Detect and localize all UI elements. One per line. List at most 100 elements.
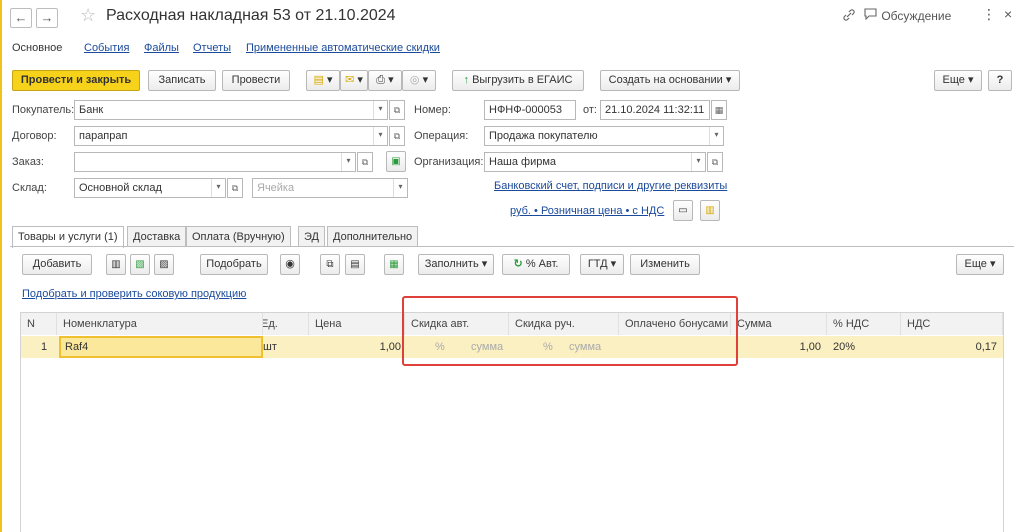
tab-events[interactable]: События	[84, 42, 129, 54]
tab-goods[interactable]: Товары и услуги (1)	[12, 226, 124, 248]
upload-egais-button[interactable]: ↑ Выгрузить в ЕГАИС	[452, 70, 584, 91]
email-button[interactable]: ✉ ▾	[340, 70, 368, 91]
barcode-icon[interactable]: ▥	[106, 254, 126, 275]
open-order-icon[interactable]: ⧉	[357, 152, 373, 172]
col-header-n[interactable]: N	[21, 313, 57, 335]
tab-reports[interactable]: Отчеты	[193, 42, 231, 54]
data-collection-icon[interactable]: ▨	[154, 254, 174, 275]
tab-delivery[interactable]: Доставка	[127, 226, 187, 247]
organization-field[interactable]: Наша фирма ▾	[484, 152, 706, 172]
more-actions-icon[interactable]: ⋮	[982, 6, 996, 23]
order-label: Заказ:	[12, 156, 44, 168]
number-field[interactable]: НФНФ-000053	[484, 100, 576, 120]
order-field[interactable]: ▾	[74, 152, 356, 172]
change-button[interactable]: Изменить	[630, 254, 700, 275]
juice-products-link[interactable]: Подобрать и проверить соковую продукцию	[22, 288, 246, 300]
arrow-up-icon: ↑	[463, 74, 470, 86]
cell-vat-rate[interactable]: 20%	[833, 336, 893, 358]
create-based-on-button[interactable]: Создать на основании ▾	[600, 70, 740, 91]
tab-additional[interactable]: Дополнительно	[327, 226, 419, 247]
status-button[interactable]: ◎ ▾	[402, 70, 436, 91]
gtd-button[interactable]: ГТД ▾	[580, 254, 624, 275]
chevron-down-icon[interactable]: ▾	[393, 179, 407, 197]
col-header-vat[interactable]: НДС	[901, 313, 1003, 335]
upload-egais-label: Выгрузить в ЕГАИС	[472, 74, 573, 86]
buyer-value: Банк	[79, 104, 104, 116]
open-warehouse-icon[interactable]: ⧉	[227, 178, 243, 198]
warehouse-field[interactable]: Основной склад ▾	[74, 178, 226, 198]
help-button[interactable]: ?	[988, 70, 1012, 91]
auto-discount-button[interactable]: ↻ % Авт.	[502, 254, 570, 275]
print-forms-button[interactable]: ▤ ▾	[306, 70, 340, 91]
chevron-down-icon[interactable]: ▾	[373, 127, 387, 145]
cell-item[interactable]: Raf4	[59, 336, 263, 358]
chevron-down-icon[interactable]: ▾	[373, 101, 387, 119]
print-button[interactable]: ⎙ ▾	[368, 70, 402, 91]
open-buyer-icon[interactable]: ⧉	[389, 100, 405, 120]
cell-placeholder: Ячейка	[257, 182, 295, 194]
operation-field[interactable]: Продажа покупателю ▾	[484, 126, 724, 146]
col-header-item[interactable]: Номенклатура	[57, 313, 263, 335]
post-button[interactable]: Провести	[222, 70, 290, 91]
add-row-button[interactable]: Добавить	[22, 254, 92, 275]
gtd-label: ГТД	[587, 258, 608, 270]
chevron-down-icon[interactable]: ▾	[211, 179, 225, 197]
col-header-vat-rate[interactable]: % НДС	[827, 313, 901, 335]
chevron-down-icon[interactable]: ▾	[341, 153, 355, 171]
printer-icon: ⎙	[376, 74, 386, 86]
calendar-icon[interactable]: ▦	[711, 100, 727, 120]
date-from-label: от:	[583, 104, 597, 116]
paste-icon[interactable]: ▤	[345, 254, 365, 275]
fill-button[interactable]: Заполнить ▾	[418, 254, 494, 275]
back-button[interactable]: ←	[10, 8, 32, 28]
copy-icon[interactable]: ⧉	[320, 254, 340, 275]
tab-files[interactable]: Файлы	[144, 42, 179, 54]
buyer-field[interactable]: Банк ▾	[74, 100, 388, 120]
discussion-button[interactable]: Обсуждение	[864, 8, 951, 23]
eye-icon[interactable]: ◉	[280, 254, 300, 275]
contract-value: парапрап	[79, 130, 128, 142]
receipt-icon[interactable]: ▥	[700, 200, 720, 221]
post-and-close-button[interactable]: Провести и закрыть	[12, 70, 140, 91]
cell-vat[interactable]: 0,17	[901, 336, 997, 358]
col-header-price[interactable]: Цена	[309, 313, 405, 335]
create-based-label: Создать на основании	[608, 74, 723, 86]
close-icon[interactable]: ×	[1004, 6, 1012, 22]
cell-sum[interactable]: 1,00	[731, 336, 821, 358]
contract-field[interactable]: парапрап ▾	[74, 126, 388, 146]
cell-field[interactable]: Ячейка ▾	[252, 178, 408, 198]
tab-main[interactable]: Основное	[12, 42, 62, 54]
refresh-icon: ↻	[513, 258, 523, 270]
more-button[interactable]: Еще ▾	[934, 70, 982, 91]
link-icon[interactable]	[842, 8, 856, 25]
favorite-star-icon[interactable]: ☆	[80, 5, 96, 26]
open-contract-icon[interactable]: ⧉	[389, 126, 405, 146]
cell-price[interactable]: 1,00	[309, 336, 401, 358]
price-settings-link[interactable]: руб. • Розничная цена • с НДС	[510, 205, 664, 217]
left-accent-bar	[0, 0, 2, 532]
organization-label: Организация:	[414, 156, 484, 168]
document-icon: ▤	[313, 74, 324, 86]
tab-applied-discounts[interactable]: Примененные автоматические скидки	[246, 42, 440, 54]
bank-details-link[interactable]: Банковский счет, подписи и другие реквиз…	[494, 180, 727, 192]
table-settings-icon[interactable]: ▦	[384, 254, 404, 275]
chevron-down-icon[interactable]: ▾	[709, 127, 723, 145]
card-icon[interactable]: ▭	[673, 200, 693, 221]
chevron-down-icon[interactable]: ▾	[691, 153, 705, 171]
tab-ed[interactable]: ЭД	[298, 226, 325, 247]
table-more-button[interactable]: Еще ▾	[956, 254, 1004, 275]
tab-payment[interactable]: Оплата (Вручную)	[186, 226, 291, 247]
col-header-sum[interactable]: Сумма	[731, 313, 827, 335]
scan-icon[interactable]: ▧	[130, 254, 150, 275]
envelope-icon: ✉	[345, 74, 355, 86]
fill-label: Заполнить	[424, 258, 479, 270]
col-header-unit[interactable]: Ед.	[263, 313, 309, 335]
date-field[interactable]: 21.10.2024 11:32:11	[600, 100, 710, 120]
open-organization-icon[interactable]: ⧉	[707, 152, 723, 172]
more-label: Еще	[942, 74, 965, 86]
save-button[interactable]: Записать	[148, 70, 216, 91]
pick-button[interactable]: Подобрать	[200, 254, 268, 275]
fill-by-order-icon[interactable]: ▣	[386, 151, 406, 172]
forward-button[interactable]: →	[36, 8, 58, 28]
organization-value: Наша фирма	[489, 156, 557, 168]
